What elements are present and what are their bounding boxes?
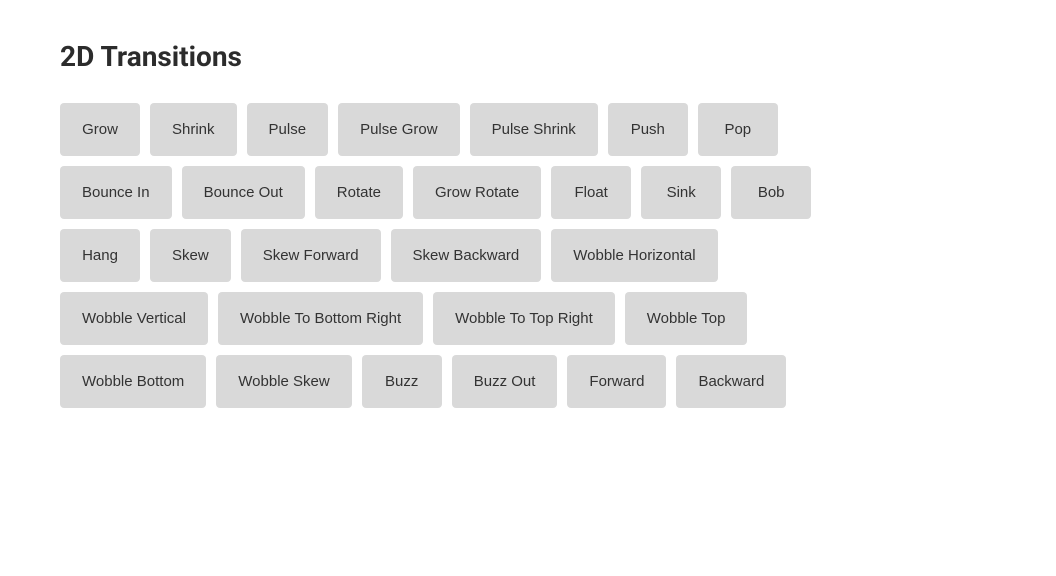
- transition-btn-buzz[interactable]: Buzz: [362, 355, 442, 408]
- transition-btn-pulse-shrink[interactable]: Pulse Shrink: [470, 103, 598, 156]
- transition-btn-forward[interactable]: Forward: [567, 355, 666, 408]
- transition-btn-grow[interactable]: Grow: [60, 103, 140, 156]
- transition-btn-grow-rotate[interactable]: Grow Rotate: [413, 166, 541, 219]
- transition-btn-wobble-to-top-right[interactable]: Wobble To Top Right: [433, 292, 615, 345]
- transitions-grid: GrowShrinkPulsePulse GrowPulse ShrinkPus…: [60, 103, 996, 408]
- transition-btn-skew-backward[interactable]: Skew Backward: [391, 229, 542, 282]
- transition-btn-shrink[interactable]: Shrink: [150, 103, 237, 156]
- transition-btn-skew-forward[interactable]: Skew Forward: [241, 229, 381, 282]
- transition-row-2: Bounce InBounce OutRotateGrow RotateFloa…: [60, 166, 996, 219]
- transition-row-1: GrowShrinkPulsePulse GrowPulse ShrinkPus…: [60, 103, 996, 156]
- transition-btn-bounce-out[interactable]: Bounce Out: [182, 166, 305, 219]
- transition-row-5: Wobble BottomWobble SkewBuzzBuzz OutForw…: [60, 355, 996, 408]
- transition-btn-wobble-to-bottom-right[interactable]: Wobble To Bottom Right: [218, 292, 423, 345]
- transition-btn-buzz-out[interactable]: Buzz Out: [452, 355, 558, 408]
- transition-btn-hang[interactable]: Hang: [60, 229, 140, 282]
- transition-btn-wobble-skew[interactable]: Wobble Skew: [216, 355, 351, 408]
- transition-btn-float[interactable]: Float: [551, 166, 631, 219]
- transition-btn-wobble-vertical[interactable]: Wobble Vertical: [60, 292, 208, 345]
- transition-btn-pop[interactable]: Pop: [698, 103, 778, 156]
- transition-btn-pulse-grow[interactable]: Pulse Grow: [338, 103, 460, 156]
- transition-row-4: Wobble VerticalWobble To Bottom RightWob…: [60, 292, 996, 345]
- transition-btn-sink[interactable]: Sink: [641, 166, 721, 219]
- transition-btn-pulse[interactable]: Pulse: [247, 103, 329, 156]
- transition-btn-push[interactable]: Push: [608, 103, 688, 156]
- page-title: 2D Transitions: [60, 40, 996, 73]
- transition-btn-backward[interactable]: Backward: [676, 355, 786, 408]
- transition-btn-rotate[interactable]: Rotate: [315, 166, 403, 219]
- transition-btn-wobble-top[interactable]: Wobble Top: [625, 292, 748, 345]
- transition-btn-bounce-in[interactable]: Bounce In: [60, 166, 172, 219]
- transition-btn-wobble-horizontal[interactable]: Wobble Horizontal: [551, 229, 717, 282]
- transition-btn-bob[interactable]: Bob: [731, 166, 811, 219]
- transition-row-3: HangSkewSkew ForwardSkew BackwardWobble …: [60, 229, 996, 282]
- transition-btn-skew[interactable]: Skew: [150, 229, 231, 282]
- transition-btn-wobble-bottom[interactable]: Wobble Bottom: [60, 355, 206, 408]
